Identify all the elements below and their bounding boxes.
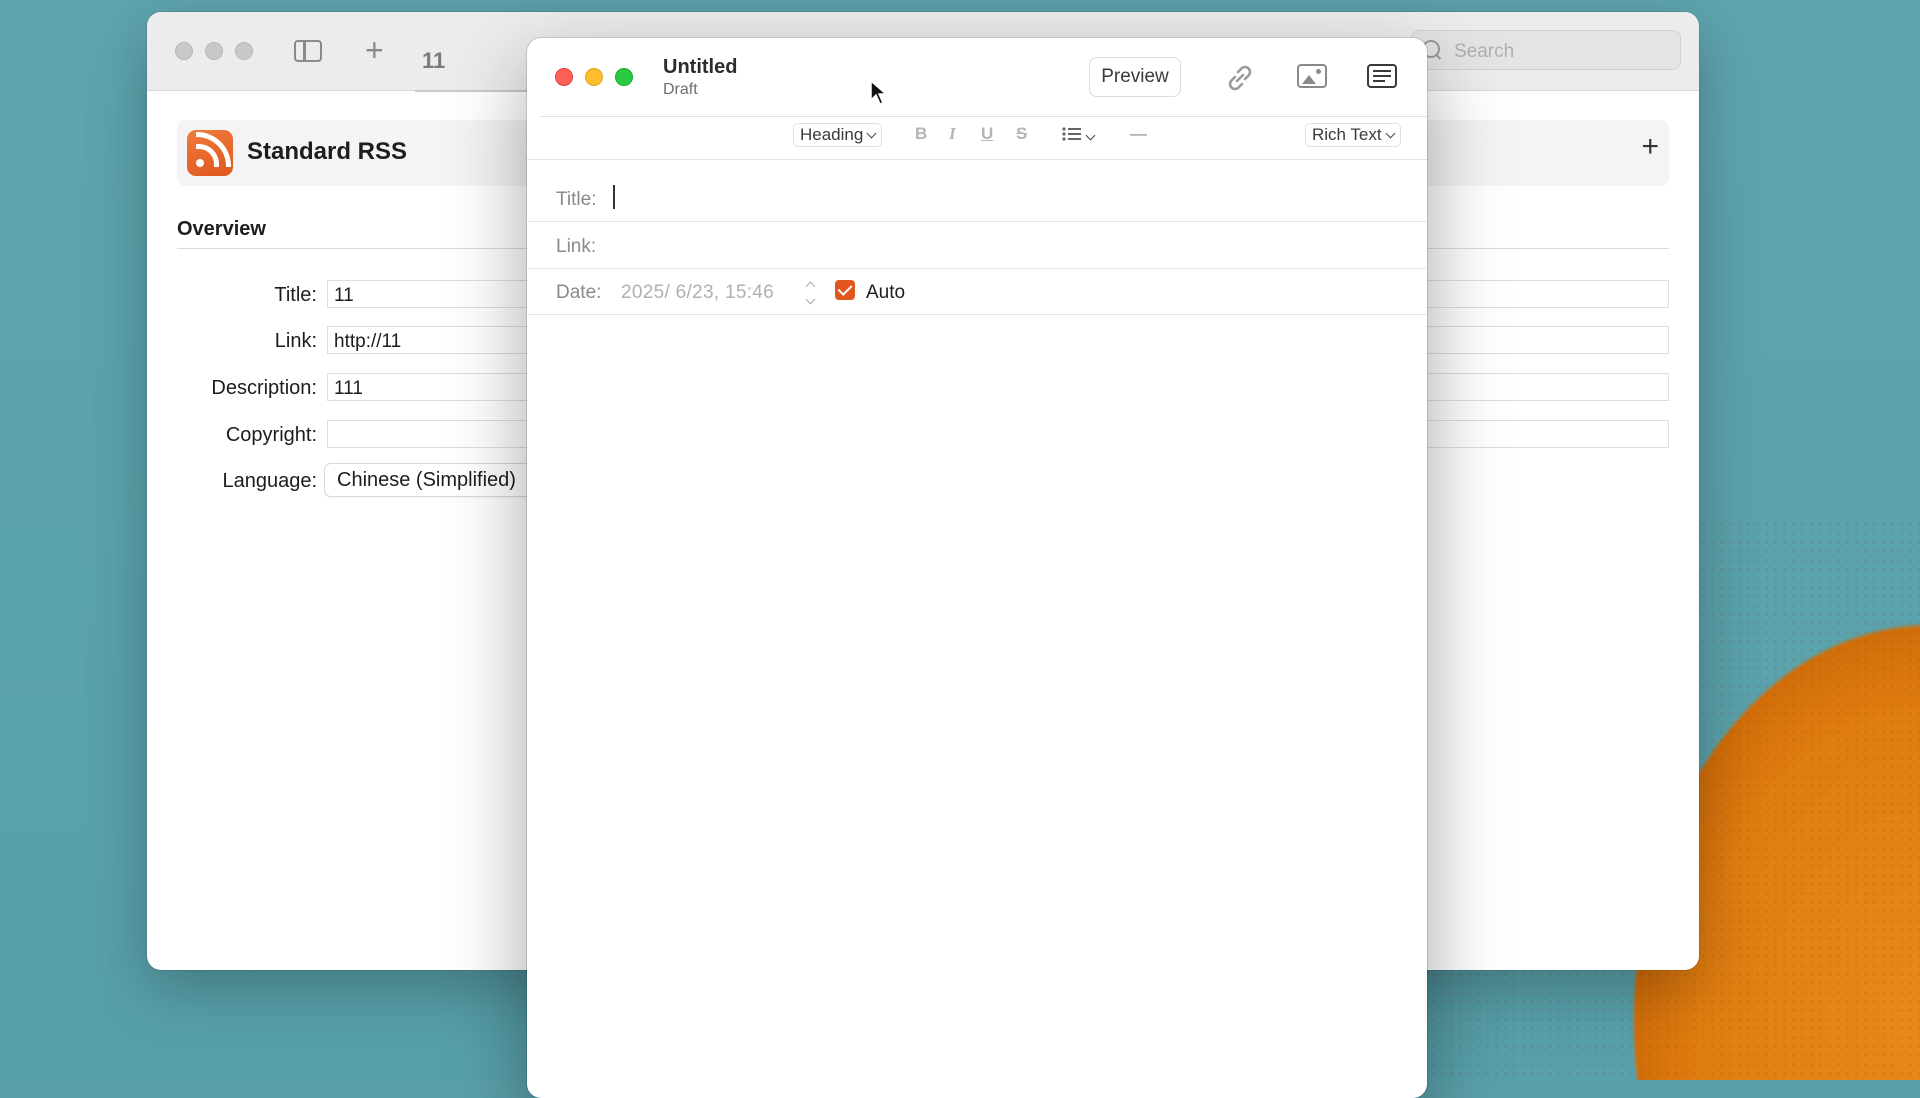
link-label: Link: [274, 330, 317, 352]
editor-mode-dropdown[interactable]: Rich Text [1305, 123, 1401, 147]
inspector-icon[interactable] [1367, 64, 1397, 88]
auto-date-checkbox[interactable] [835, 280, 855, 300]
bold-button[interactable]: B [915, 124, 927, 144]
overview-heading: Overview [177, 218, 266, 240]
window-controls-inactive [175, 42, 253, 60]
title-label: Title: [274, 284, 317, 306]
copyright-label: Copyright: [225, 424, 317, 446]
chevron-up-icon [805, 281, 815, 292]
chevron-down-icon [866, 128, 877, 139]
link-row: Link: [527, 222, 1427, 269]
auto-date-label: Auto [866, 282, 906, 303]
document-status: Draft [663, 81, 698, 98]
editor-body[interactable] [527, 315, 1427, 1098]
list-dropdown[interactable] [1062, 126, 1096, 147]
italic-button[interactable]: I [949, 124, 956, 144]
format-toolbar: Heading B I U S — Rich Text [527, 117, 1427, 160]
window-controls [555, 68, 633, 86]
search-field[interactable]: Search [1411, 30, 1681, 70]
date-row: Date: 2025/ 6/23, 15:46 Auto [527, 268, 1427, 315]
strikethrough-button[interactable]: S [1016, 124, 1027, 144]
minimize-button[interactable] [585, 68, 603, 86]
date-stepper[interactable] [803, 278, 817, 306]
zoom-button[interactable] [235, 42, 253, 60]
underline-button[interactable]: U [981, 124, 993, 144]
chevron-down-icon [1085, 130, 1096, 141]
language-select[interactable]: Chinese (Simplified) [325, 464, 555, 496]
rss-icon [187, 130, 233, 176]
minimize-button[interactable] [205, 42, 223, 60]
post-editor-window: Untitled Draft Preview Heading B I U S —… [527, 38, 1427, 1098]
title-row: Title: [527, 175, 1427, 222]
chevron-down-icon [1385, 128, 1396, 139]
feed-count: 11 [422, 48, 446, 73]
date-picker[interactable]: 2025/ 6/23, 15:46 [621, 282, 774, 304]
horizontal-rule-button[interactable]: — [1130, 124, 1147, 144]
new-feed-button[interactable]: + [365, 34, 384, 66]
add-button[interactable]: + [1641, 130, 1659, 164]
mouse-pointer-icon [870, 80, 888, 105]
sidebar-toggle-icon[interactable] [294, 40, 322, 62]
list-icon [1062, 127, 1081, 141]
date-label: Date: [556, 282, 602, 303]
link-label: Link: [556, 236, 597, 257]
title-label: Title: [556, 189, 597, 210]
preview-button[interactable]: Preview [1089, 57, 1181, 97]
language-label: Language: [222, 470, 317, 492]
close-button[interactable] [555, 68, 573, 86]
chevron-down-icon [805, 294, 815, 305]
editor-mode-label: Rich Text [1312, 125, 1382, 144]
search-placeholder: Search [1454, 41, 1515, 62]
description-label: Description: [211, 377, 317, 399]
document-title: Untitled [663, 56, 738, 78]
heading-dropdown[interactable]: Heading [793, 123, 883, 147]
insert-image-icon[interactable] [1297, 64, 1327, 88]
feed-title: Standard RSS [247, 138, 408, 165]
zoom-button[interactable] [615, 68, 633, 86]
text-cursor [613, 185, 615, 209]
close-button[interactable] [175, 42, 193, 60]
insert-link-icon[interactable] [1222, 60, 1258, 96]
heading-label: Heading [800, 125, 864, 144]
